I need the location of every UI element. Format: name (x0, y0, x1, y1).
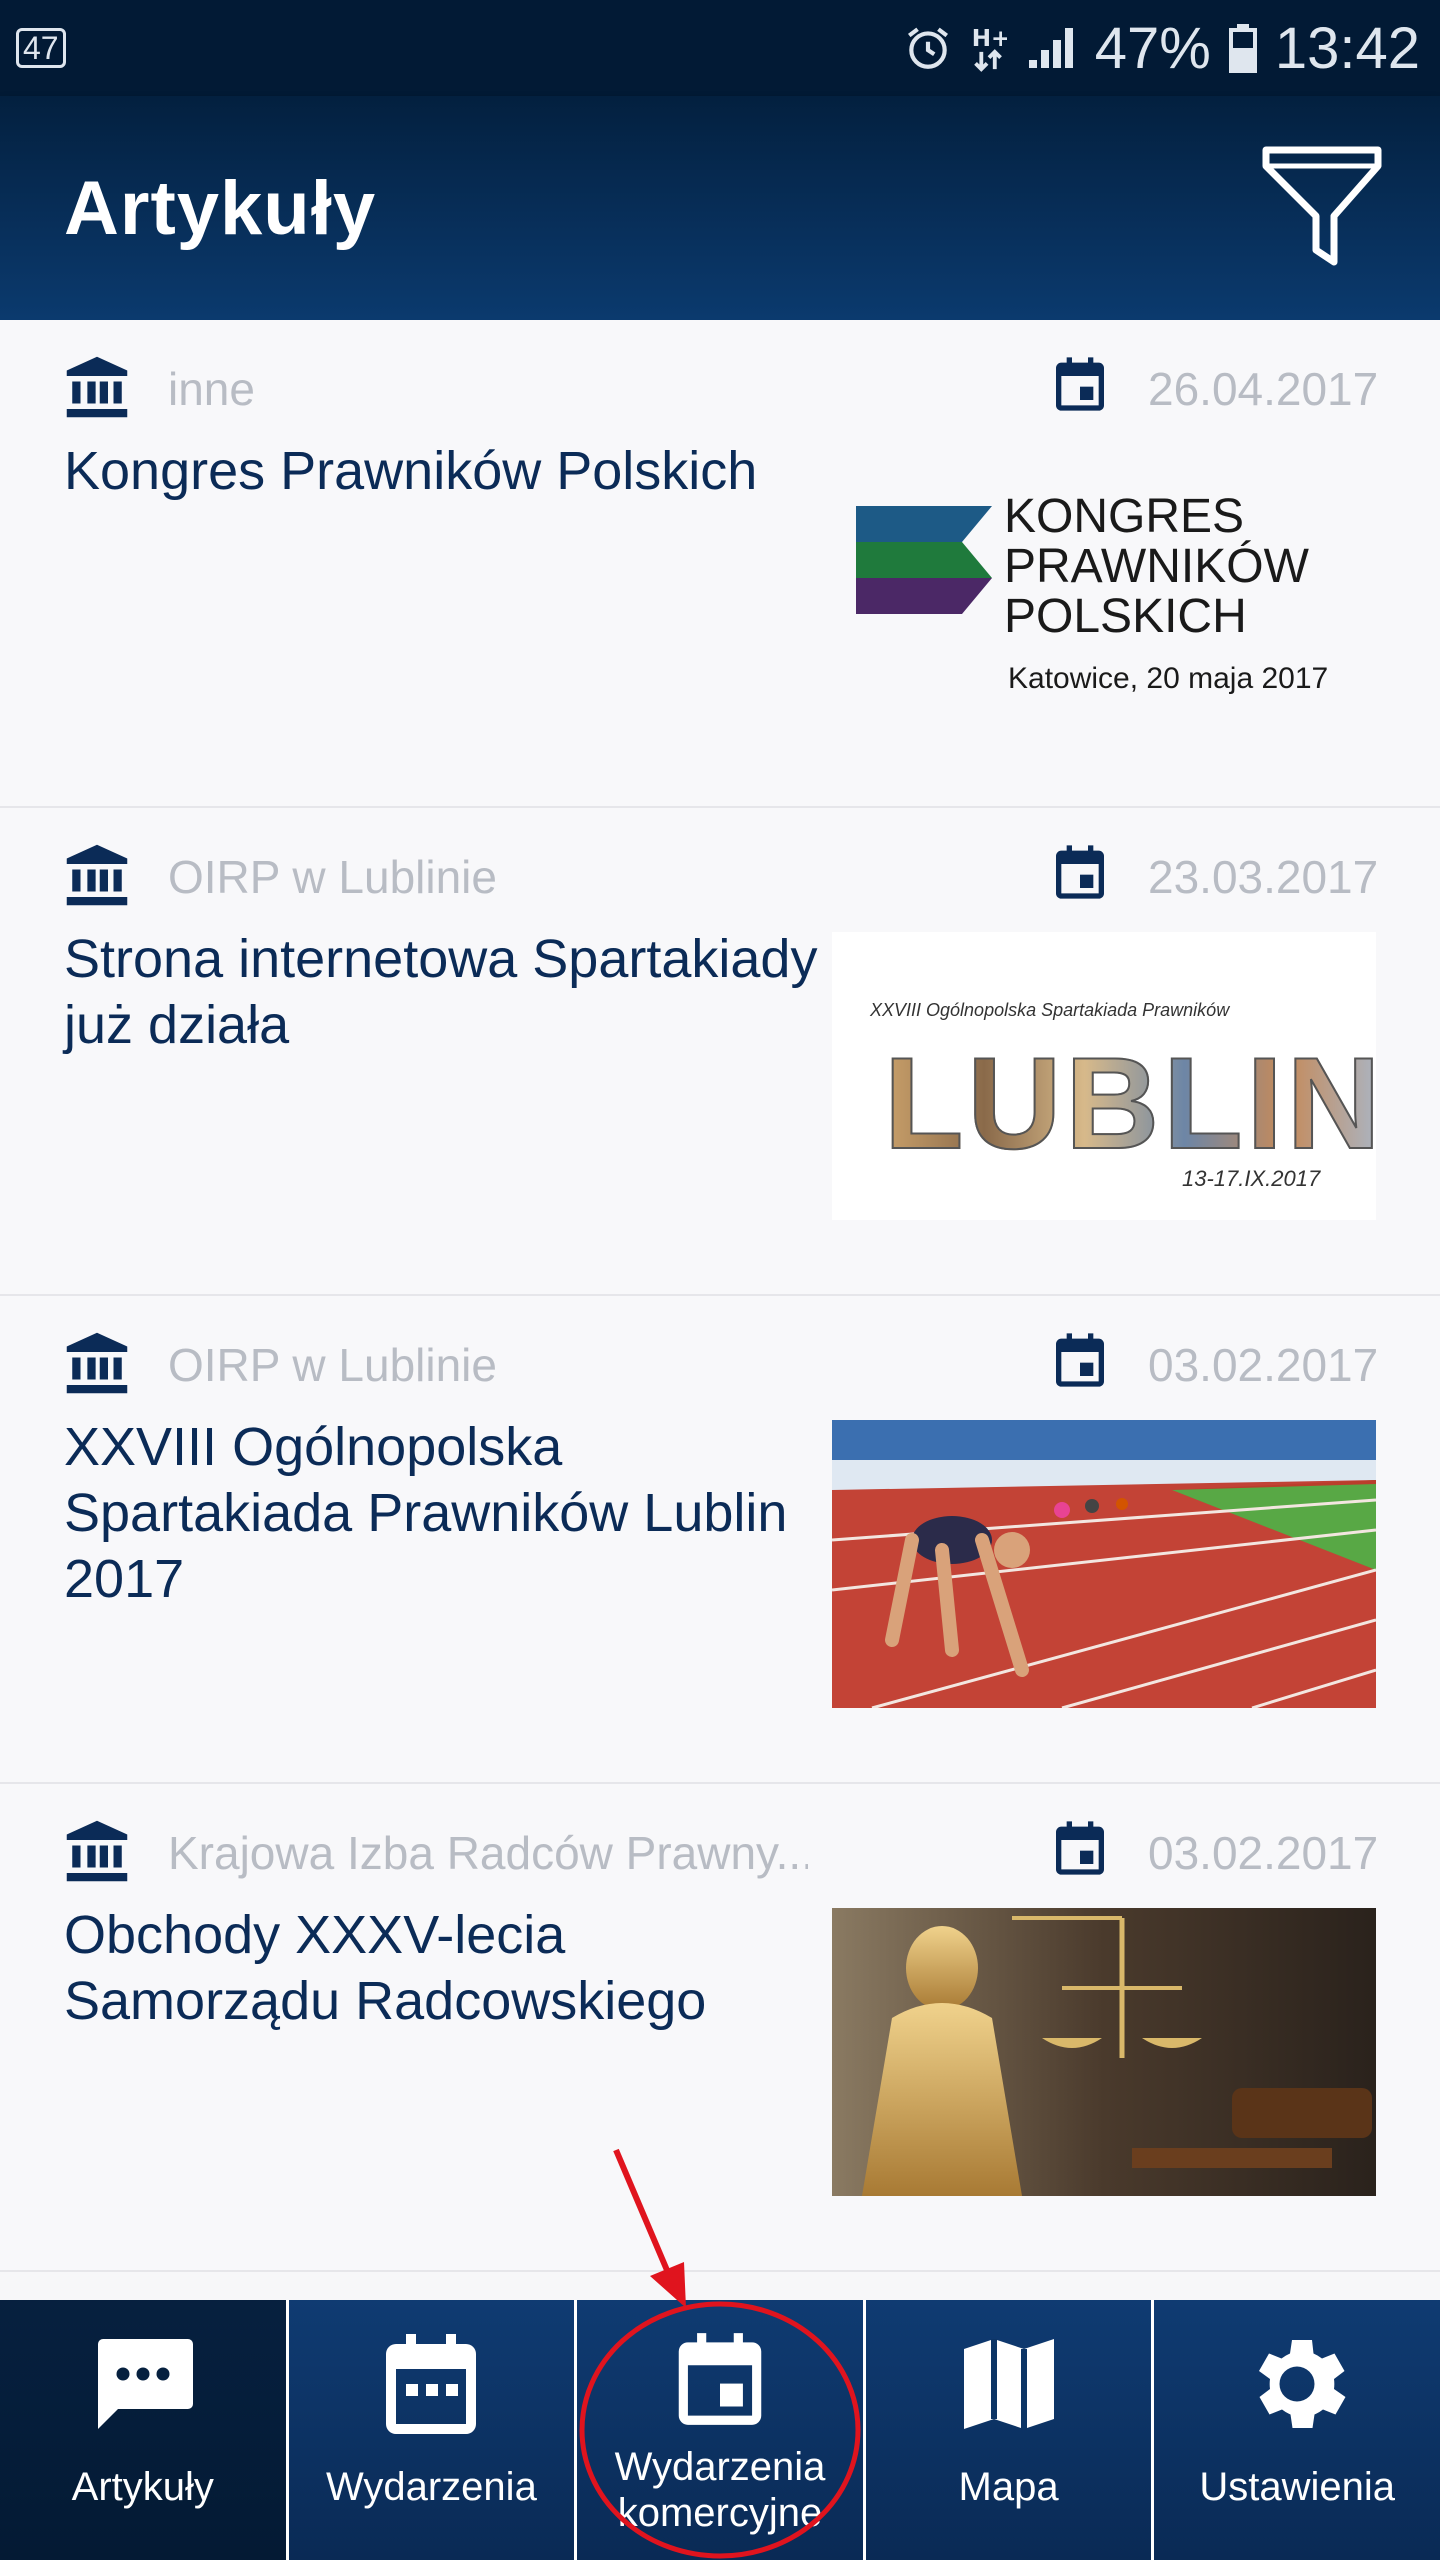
clock: 13:42 (1274, 15, 1420, 81)
institution-icon (66, 844, 128, 906)
article-source: inne (168, 363, 255, 415)
status-bar: 47 H+ 47% 13:42 (0, 0, 1440, 96)
institution-icon (66, 356, 128, 418)
filter-icon (1262, 146, 1382, 266)
calendar-icon (386, 2334, 477, 2434)
article-date: 03.02.2017 (1148, 1827, 1379, 1879)
logo-caption: Katowice, 20 maja 2017 (1008, 662, 1329, 695)
app-bar: Artykuły (0, 96, 1440, 320)
article-date: 03.02.2017 (1148, 1339, 1379, 1391)
article-title: XXVIII Ogólnopolska Spartakiada Prawnikó… (64, 1417, 788, 1609)
calendar-icon (1056, 1333, 1104, 1387)
article-card[interactable]: Krajowa Izba Radców Prawny... 03.02.2017… (0, 1784, 1440, 2272)
article-title: Obchody XXXV-lecia Samorządu Radcowskieg… (64, 1905, 707, 2031)
battery-percent: 47% (1094, 15, 1211, 81)
article-thumbnail: KONGRES PRAWNIKÓW POLSKICH Katowice, 20 … (832, 454, 1376, 742)
battery-icon (1228, 24, 1257, 73)
gear-icon (1259, 2340, 1346, 2428)
filter-button[interactable] (1252, 136, 1392, 276)
article-source: OIRP w Lublinie (168, 851, 497, 903)
logo-line: PRAWNIKÓW (1004, 540, 1309, 593)
page-title: Artykuły (64, 165, 377, 251)
map-icon (963, 2339, 1054, 2429)
logo-line: KONGRES (1004, 490, 1245, 543)
image-dates: 13-17.IX.2017 (1182, 1166, 1321, 1191)
article-thumbnail: XXVIII Ogólnopolska Spartakiada Prawnikó… (832, 932, 1376, 1220)
nav-label: Wydarzenia (325, 2465, 537, 2509)
article-date: 26.04.2017 (1148, 363, 1379, 415)
article-list: inne 26.04.2017 Kongres Prawników Polski… (0, 320, 1440, 2272)
article-card[interactable]: OIRP w Lublinie 23.03.2017 Strona intern… (0, 808, 1440, 1296)
justice-statue-photo (832, 1908, 1376, 2196)
chat-icon (97, 2339, 193, 2429)
article-thumbnail (832, 1420, 1376, 1708)
article-thumbnail (832, 1908, 1376, 2196)
image-header: XXVIII Ogólnopolska Spartakiada Prawnikó… (870, 1000, 1230, 1020)
article-card[interactable]: inne 26.04.2017 Kongres Prawników Polski… (0, 320, 1440, 808)
article-date: 23.03.2017 (1148, 851, 1379, 903)
nav-label: Ustawienia (1199, 2465, 1395, 2509)
nav-label: Wydarzenia komercyjne (614, 2445, 826, 2535)
nav-tab-events[interactable]: Wydarzenia (288, 2300, 578, 2560)
logo-line: POLSKICH (1004, 590, 1247, 643)
calendar-icon (1056, 357, 1104, 411)
running-track-photo (832, 1420, 1376, 1708)
article-source: Krajowa Izba Radców Prawny... (168, 1827, 808, 1879)
article-title: Strona internetowa Spartakiady już dział… (64, 929, 818, 1055)
nav-tab-commercial-events[interactable]: Wydarzenia komercyjne (577, 2300, 866, 2560)
article-source: OIRP w Lublinie (168, 1339, 497, 1391)
institution-icon (66, 1332, 128, 1394)
institution-icon (66, 1820, 128, 1882)
nav-tab-articles[interactable]: Artykuły (0, 2300, 289, 2560)
calendar-icon (1056, 845, 1104, 899)
svg-text:H+: H+ (971, 26, 1006, 52)
nav-tab-map[interactable]: Mapa (865, 2300, 1155, 2560)
image-word: LUBLIN (883, 1028, 1376, 1178)
nav-label: Mapa (958, 2465, 1059, 2509)
nav-tab-settings[interactable]: Ustawienia (1154, 2300, 1440, 2560)
article-title: Kongres Prawników Polskich (64, 441, 758, 501)
notification-badge: 47 (16, 28, 66, 68)
article-card[interactable]: OIRP w Lublinie 03.02.2017 XXVIII Ogólno… (0, 1296, 1440, 1784)
alarm-icon (907, 27, 948, 69)
calendar-event-icon (678, 2333, 762, 2425)
signal-icon (1028, 28, 1073, 68)
hplus-icon: H+ (971, 26, 1007, 72)
bottom-navigation: Artykuły Wydarzenia Wydarzenia komercyjn… (0, 2300, 1440, 2560)
nav-label: Artykuły (71, 2465, 214, 2509)
calendar-icon (1056, 1821, 1104, 1875)
